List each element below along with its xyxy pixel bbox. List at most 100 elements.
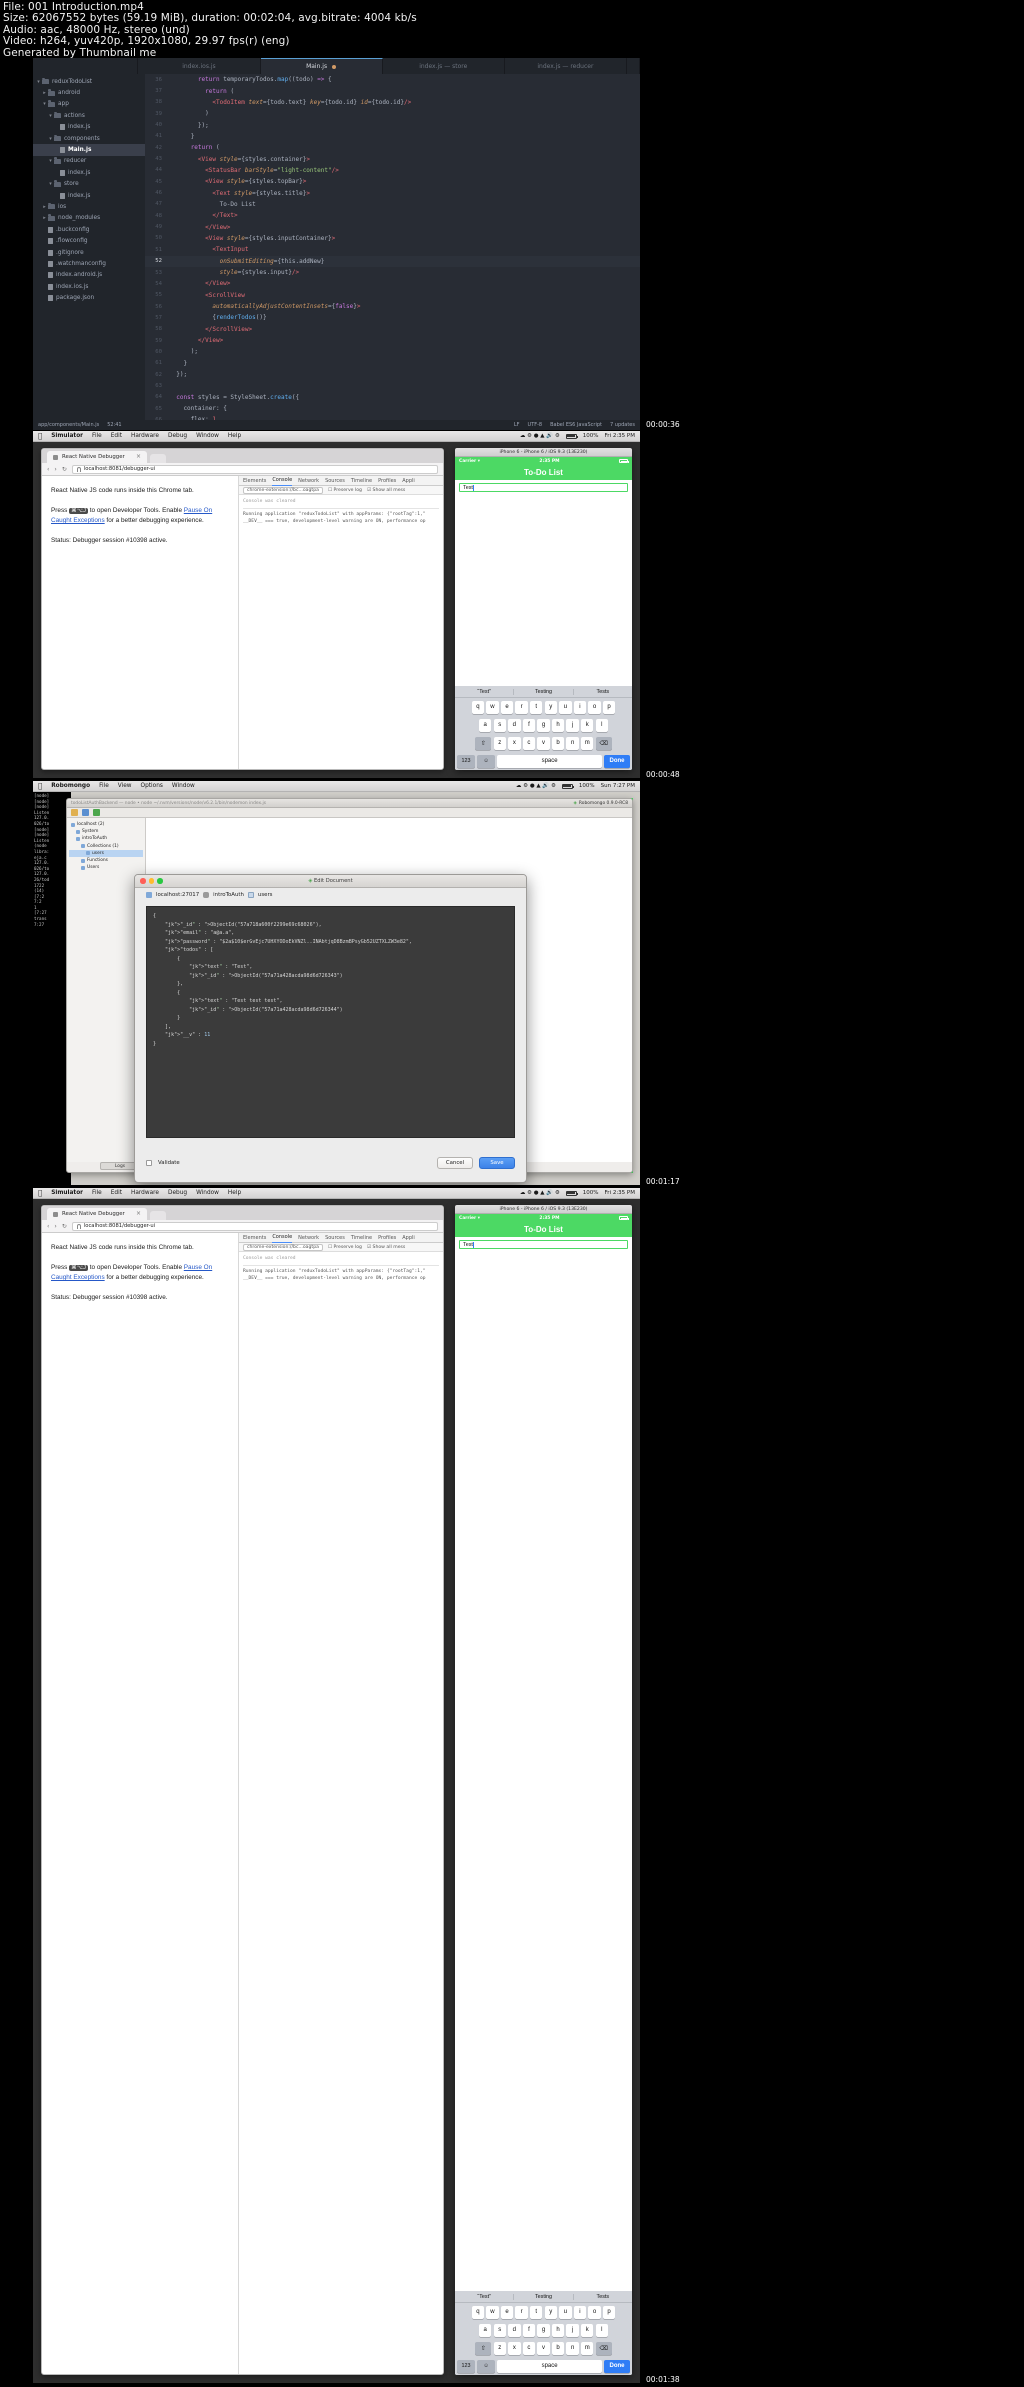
- reload-icon-2[interactable]: ↻: [62, 1223, 67, 1230]
- mac-menu-bar-3[interactable]:  Robomongo File View Options Window ☁ ⚙…: [33, 781, 640, 792]
- devtools-console-toolbar-1[interactable]: chrome-extension://bc...oagtpa ☐ Preserv…: [239, 486, 443, 495]
- tree-item--buckconfig-13[interactable]: .buckconfig: [33, 224, 145, 235]
- code-line-37[interactable]: 37 return (: [145, 85, 640, 96]
- devtools-tab-profiles-2[interactable]: Profiles: [378, 1235, 396, 1241]
- status-grammar[interactable]: Babel ES6 JavaScript: [550, 422, 602, 428]
- key-k-2[interactable]: k: [581, 2323, 594, 2337]
- new-tab-button-1[interactable]: [150, 454, 166, 463]
- menu-file-1[interactable]: File: [92, 433, 102, 439]
- status-line-ending[interactable]: LF: [514, 422, 520, 428]
- code-line-62[interactable]: 62 });: [145, 369, 640, 380]
- minimize-icon-dialog[interactable]: [148, 878, 154, 884]
- editor-tab-1[interactable]: Main.js: [260, 58, 383, 74]
- save-button[interactable]: Save: [479, 1157, 515, 1169]
- status-encoding[interactable]: UTF-8: [528, 422, 543, 428]
- editor-tab-0[interactable]: index.ios.js: [138, 58, 261, 74]
- key-u-2[interactable]: u: [559, 2305, 572, 2319]
- code-line-66[interactable]: 66 flex: 1,: [145, 414, 640, 420]
- ios-simulator-2[interactable]: iPhone 6 - iPhone 6 / iOS 9.3 (13E230) C…: [455, 1205, 632, 2375]
- tree-item--flowconfig-14[interactable]: .flowconfig: [33, 235, 145, 246]
- key-x-2[interactable]: x: [508, 2341, 521, 2355]
- devtools-tab-sources-1[interactable]: Sources: [325, 478, 345, 484]
- chrome-window-2[interactable]: React Native Debugger × ‹ › ↻ localhost:…: [41, 1205, 444, 2375]
- run-icon[interactable]: [93, 809, 100, 816]
- mac-menu-bar-2[interactable]:  Simulator File Edit Hardware Debug Win…: [33, 1188, 640, 1199]
- maximize-icon-dialog[interactable]: [157, 878, 163, 884]
- code-line-45[interactable]: 45 <View style={styles.topBar}>: [145, 176, 640, 187]
- code-line-40[interactable]: 40 });: [145, 119, 640, 130]
- code-line-53[interactable]: 53 style={styles.input}/>: [145, 267, 640, 278]
- todo-list-2[interactable]: [455, 1253, 632, 2291]
- new-tab-button-2[interactable]: [150, 1211, 166, 1220]
- address-bar-2[interactable]: localhost:8081/debugger-ui: [71, 1221, 438, 1231]
- code-line-49[interactable]: 49 </View>: [145, 221, 640, 232]
- chrome-toolbar-2[interactable]: ‹ › ↻ localhost:8081/debugger-ui: [42, 1220, 443, 1233]
- forward-icon-1[interactable]: ›: [54, 466, 56, 473]
- status-git[interactable]: 7 updates: [610, 422, 635, 428]
- menu-app-name-1[interactable]: Simulator: [51, 433, 83, 439]
- tree-item-app-2[interactable]: ▾ app: [33, 99, 145, 110]
- show-all-messages-1[interactable]: ☑ Show all mess: [367, 488, 405, 493]
- show-all-messages-2[interactable]: ☑ Show all mess: [367, 1245, 405, 1250]
- done-key-2[interactable]: Done: [604, 2359, 630, 2373]
- key-n-2[interactable]: n: [566, 2341, 579, 2355]
- code-line-50[interactable]: 50 <View style={styles.inputContainer}>: [145, 233, 640, 244]
- robo-tree-item-1[interactable]: System: [69, 828, 143, 835]
- apple-menu-icon-3[interactable]: : [38, 782, 42, 790]
- menu-window-3[interactable]: Window: [172, 783, 195, 789]
- key-e-1[interactable]: e: [500, 700, 514, 714]
- todo-list-1[interactable]: [455, 496, 632, 686]
- key-j-1[interactable]: j: [566, 718, 579, 732]
- tree-item-node-modules-12[interactable]: ▸ node_modules: [33, 213, 145, 224]
- menu-app-name-3[interactable]: Robomongo: [51, 783, 90, 789]
- key-o-1[interactable]: o: [588, 700, 601, 714]
- close-icon-dialog[interactable]: [140, 878, 146, 884]
- chrome-tab-strip-1[interactable]: React Native Debugger ×: [42, 449, 443, 463]
- cancel-button[interactable]: Cancel: [437, 1157, 473, 1169]
- code-line-57[interactable]: 57 {renderTodos()}: [145, 312, 640, 323]
- editor-tab-3[interactable]: index.js — reducer: [505, 58, 627, 74]
- key-u-1[interactable]: u: [559, 700, 572, 714]
- key-s-1[interactable]: s: [493, 718, 506, 732]
- tree-item-ios-11[interactable]: ▸ ios: [33, 201, 145, 212]
- project-file-tree[interactable]: ▾ reduxTodoList ▸ android ▾ app ▾ actions index.…: [33, 74, 145, 420]
- key-h-2[interactable]: h: [551, 2323, 565, 2337]
- key-l-2[interactable]: l: [595, 2323, 608, 2337]
- code-line-59[interactable]: 59 </View>: [145, 335, 640, 346]
- robo-tree-item-5[interactable]: Functions: [69, 857, 143, 864]
- key-m-1[interactable]: m: [581, 736, 594, 750]
- menu-hardware-1[interactable]: Hardware: [131, 433, 159, 439]
- apple-menu-icon[interactable]: : [38, 432, 42, 440]
- emoji-key-1[interactable]: ☺: [477, 754, 496, 768]
- editor-tab-bar[interactable]: index.ios.js Main.js index.js — store index…: [33, 58, 640, 74]
- tree-item-reducer-7[interactable]: ▾ reducer: [33, 156, 145, 167]
- tree-item-components-5[interactable]: ▾ components: [33, 133, 145, 144]
- close-icon-2[interactable]: ×: [136, 1211, 141, 1217]
- menu-clock-2[interactable]: Fri 2:35 PM: [605, 1190, 635, 1196]
- ios-keyboard-2[interactable]: “Test” Testing Tests qwertyuiopasdfghjkl…: [455, 2291, 632, 2375]
- devtools-tab-profiles-1[interactable]: Profiles: [378, 478, 396, 484]
- keyboard-suggestions-2[interactable]: “Test” Testing Tests: [455, 2291, 632, 2303]
- code-line-36[interactable]: 36 return temporaryTodos.map((todo) => {: [145, 74, 640, 85]
- menu-app-name-2[interactable]: Simulator: [51, 1190, 83, 1196]
- tree-item-main-js-6[interactable]: Main.js: [33, 144, 145, 156]
- emoji-key-2[interactable]: ☺: [477, 2359, 496, 2373]
- code-line-61[interactable]: 61 }: [145, 358, 640, 369]
- robomongo-toolbar[interactable]: [67, 808, 632, 818]
- shift-key-2[interactable]: ⇧: [475, 2341, 492, 2355]
- todo-text-input-2[interactable]: Test: [459, 1240, 628, 1249]
- devtools-tab-timeline-2[interactable]: Timeline: [351, 1235, 372, 1241]
- menu-hardware-2[interactable]: Hardware: [131, 1190, 159, 1196]
- devtools-tab-application-2[interactable]: Appli: [402, 1235, 415, 1241]
- code-line-55[interactable]: 55 <ScrollView: [145, 290, 640, 301]
- tree-item-index-ios-js-18[interactable]: index.ios.js: [33, 281, 145, 292]
- menu-edit-1[interactable]: Edit: [111, 433, 122, 439]
- code-line-51[interactable]: 51 <TextInput: [145, 244, 640, 255]
- key-x-1[interactable]: x: [508, 736, 521, 750]
- chrome-tab-strip-2[interactable]: React Native Debugger ×: [42, 1206, 443, 1220]
- devtools-tab-elements-1[interactable]: Elements: [243, 478, 266, 484]
- delete-key-1[interactable]: ⌫: [595, 736, 612, 750]
- code-line-43[interactable]: 43 <View style={styles.container}>: [145, 153, 640, 164]
- key-w-1[interactable]: w: [486, 700, 499, 714]
- key-g-1[interactable]: g: [537, 718, 550, 732]
